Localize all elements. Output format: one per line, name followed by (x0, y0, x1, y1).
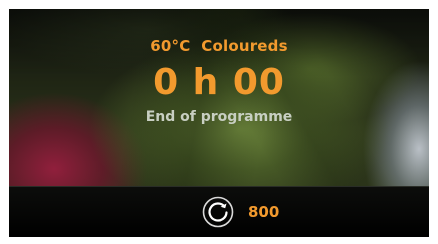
display-screen: 60°C Coloureds 0 h 00 End of programme 8… (9, 9, 429, 237)
programme-status: End of programme (145, 109, 293, 125)
spin-speed-value: 800 (248, 203, 280, 221)
spin-speed-button[interactable]: 800 (202, 196, 292, 228)
programme-title: 60°C Coloureds (150, 37, 288, 55)
spin-speed-icon (202, 196, 234, 228)
time-remaining: 0 h 00 (153, 62, 285, 103)
bottom-bar: 800 (9, 186, 429, 237)
